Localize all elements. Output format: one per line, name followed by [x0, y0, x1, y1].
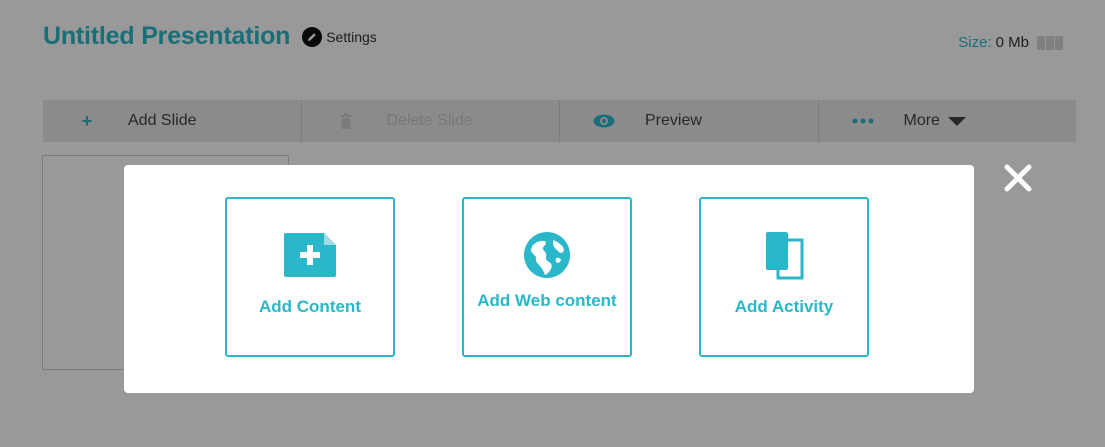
add-file-icon — [284, 232, 336, 278]
globe-icon — [523, 232, 571, 278]
editor-app: Untitled Presentation Settings Size: 0 Mb… — [0, 0, 1105, 447]
add-content-option[interactable]: Add Content — [225, 197, 395, 357]
close-icon — [1004, 164, 1032, 192]
add-activity-label: Add Activity — [734, 297, 834, 316]
add-web-content-label: Add Web content — [477, 291, 617, 310]
activity-icon — [764, 232, 804, 280]
add-activity-option[interactable]: Add Activity — [699, 197, 869, 357]
add-modal: Add Content Add Web content Add Activity — [124, 165, 974, 393]
close-button[interactable] — [1002, 162, 1034, 194]
add-content-label: Add Content — [259, 297, 361, 316]
add-web-content-option[interactable]: Add Web content — [462, 197, 632, 357]
